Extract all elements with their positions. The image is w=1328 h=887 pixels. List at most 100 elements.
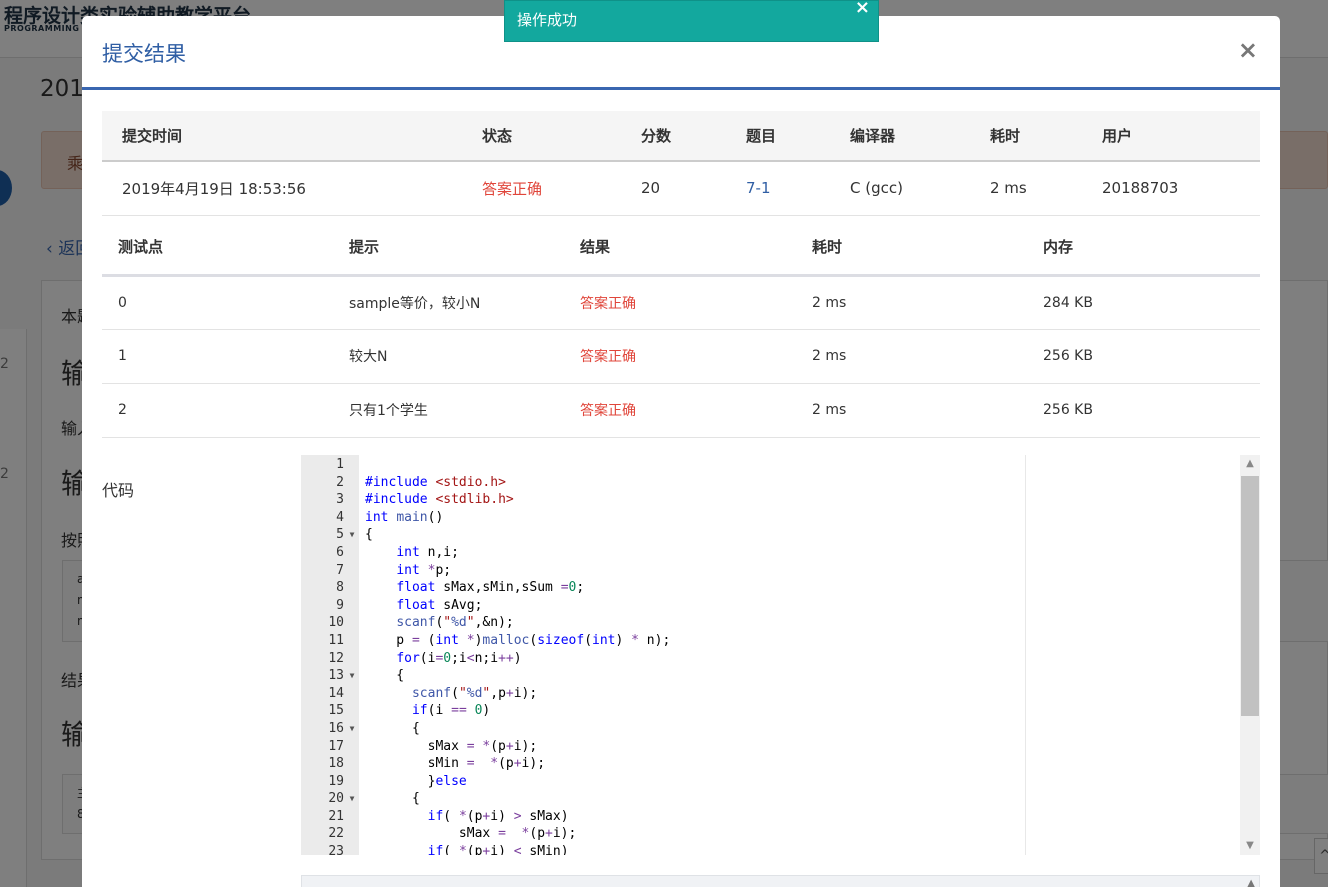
case-memory: 256 KB [1027,383,1260,438]
code-line: 22 sMax = *(p+i); [301,825,1241,843]
line-number: 23 [328,844,344,855]
line-number: 19 [328,773,344,789]
case-time: 2 ms [796,329,1027,384]
problem-link[interactable]: 7-1 [726,161,830,216]
scrollbar-thumb[interactable] [1241,476,1259,716]
code-line: 16 ▼ { [301,720,1241,738]
code-text: float sMax,sMin,sSum =0; [396,580,585,596]
line-number: 2 [336,474,344,490]
column-header: 题目 [726,111,830,162]
code-scrollbar[interactable]: ▲ ▼ [1240,455,1260,855]
line-number: 12 [328,650,344,666]
code-text: #include <stdlib.h> [365,492,514,508]
column-header: 结果 [564,219,796,277]
column-header: 编译器 [830,111,970,162]
code-line: 13 ▼ { [301,667,1241,685]
code-line: 6 int n,i; [301,544,1241,562]
case-memory: 284 KB [1027,275,1260,330]
code-text: scanf("%d",&n); [396,615,514,631]
code-text: { [365,668,405,684]
line-number: 21 [328,808,344,824]
column-header: 耗时 [796,219,1027,277]
code-text: sMax = *(p+i); [365,826,577,842]
scroll-down-icon[interactable]: ▼ [1240,837,1260,855]
column-header: 耗时 [970,111,1082,162]
code-text: scanf("%d",p+i); [411,685,538,701]
line-number: 20 [328,791,344,807]
code-line: 2 #include <stdio.h> [301,474,1241,492]
line-number: 14 [328,685,344,701]
code-text: sMin = *(p+i); [365,756,546,772]
fold-toggle-icon[interactable]: ▼ [347,667,357,685]
code-text: for(i=0;i<n;i++) [396,650,522,666]
submit-time: 2019年4月19日 18:53:56 [102,161,462,216]
case-id: 2 [102,383,333,438]
line-number: 9 [336,597,344,613]
case-hint: 较大N [333,329,564,384]
user-id: 20188703 [1082,161,1260,216]
line-number: 7 [336,562,344,578]
code-text: sMax = *(p+i); [365,738,538,754]
code-text: #include <stdio.h> [365,474,506,490]
column-header: 状态 [462,111,621,162]
code-text: if(i == 0) [411,703,491,719]
code-line: 12 for(i=0;i<n;i++) [301,650,1241,668]
case-memory: 256 KB [1027,329,1260,384]
column-header: 用户 [1082,111,1260,162]
line-number: 18 [328,756,344,772]
code-line: 19 }else [301,773,1241,791]
code-line: 5 ▼ { [301,526,1241,544]
code-line: 17 sMax = *(p+i); [301,738,1241,756]
code-text: int *p; [396,562,452,578]
code-line: 18 sMin = *(p+i); [301,755,1241,773]
column-header: 提示 [333,219,564,277]
table-row: 0 sample等价，较小N 答案正确 2 ms 284 KB [102,275,1260,330]
code-content[interactable]: 1 2 #include <stdio.h> 3 #include <stdlib.h>… [301,456,1241,855]
code-text: int main() [365,509,444,525]
line-number: 4 [336,509,344,525]
code-text: { [365,527,373,543]
scroll-up-icon[interactable]: ▲ [1240,455,1260,473]
code-line: 15 if(i == 0) [301,702,1241,720]
code-line: 11 p = (int *)malloc(sizeof(int) * n); [301,632,1241,650]
line-number: 11 [328,632,344,648]
success-toast: 操作成功 × [504,0,879,42]
submission-summary-table: 提交时间 状态 分数 题目 编译器 耗时 用户 2019年4月19日 18:53… [102,111,1260,216]
column-header: 分数 [621,111,726,162]
code-line: 10 scanf("%d",&n); [301,614,1241,632]
line-number: 5 [336,527,344,543]
column-header: 测试点 [102,219,333,277]
fold-toggle-icon[interactable]: ▼ [347,720,357,738]
code-line: 7 int *p; [301,562,1241,580]
code-section-label: 代码 [102,481,135,500]
line-number: 8 [336,580,344,596]
code-text: float sAvg; [396,597,483,613]
line-number: 15 [328,703,344,719]
modal-close-button[interactable]: × [1238,36,1258,64]
fold-toggle-icon[interactable]: ▼ [347,526,357,544]
elapsed-time: 2 ms [970,161,1082,216]
case-time: 2 ms [796,275,1027,330]
code-text: }else [365,773,467,789]
column-header: 提交时间 [102,111,462,162]
line-number: 17 [328,738,344,754]
toast-close-button[interactable]: × [855,0,870,18]
code-text: if( *(p+i) > sMax) [427,808,569,824]
code-line: 21 if( *(p+i) > sMax) [301,808,1241,826]
line-number: 16 [328,720,344,736]
score: 20 [621,161,726,216]
code-editor[interactable]: 1 2 #include <stdio.h> 3 #include <stdlib.h>… [301,455,1260,855]
code-line: 23 if( *(p+i) < sMin) [301,843,1241,855]
modal-title: 提交结果 [102,42,186,66]
case-id: 1 [102,329,333,384]
code-text: int n,i; [396,544,459,560]
code-line: 9 float sAvg; [301,597,1241,615]
fold-toggle-icon[interactable]: ▼ [347,790,357,808]
line-number: 3 [336,492,344,508]
status-badge: 答案正确 [462,161,621,216]
table-header-row: 测试点 提示 结果 耗时 内存 [102,219,1260,277]
compiler: C (gcc) [830,161,970,216]
line-number: 10 [328,615,344,631]
test-case-table: 测试点 提示 结果 耗时 内存 0 sample等价，较小N 答案正确 2 ms… [102,219,1260,438]
chevron-up-icon[interactable]: ▲ [1247,878,1255,887]
